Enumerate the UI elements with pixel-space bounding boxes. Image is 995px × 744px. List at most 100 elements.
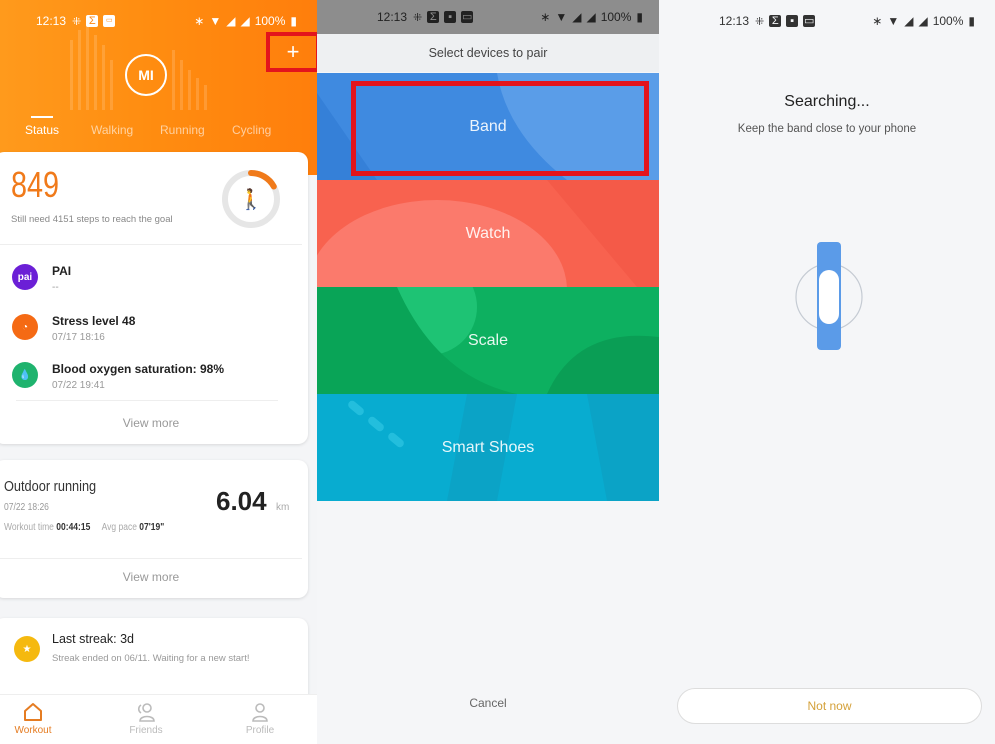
signal-icon: ◢ <box>572 10 582 24</box>
status-bar: 12:13 ⁜ Σ ▪ ▭ ∗ ▼ ◢ ◢ 100% ▮ <box>659 0 995 42</box>
divider <box>0 558 302 559</box>
wifi-icon: ▼ <box>887 14 900 28</box>
device-option-scale[interactable]: Scale <box>317 287 659 394</box>
device-label: Watch <box>465 224 511 242</box>
walking-icon: 🚶 <box>239 187 264 211</box>
home-icon <box>24 703 42 721</box>
tab-cycling[interactable]: Cycling <box>232 123 271 137</box>
steps-progress-ring: 🚶 <box>222 170 280 228</box>
view-more-link[interactable]: View more <box>0 416 308 430</box>
sigma-icon: Σ <box>86 15 99 27</box>
nav-label: Workout <box>14 725 52 736</box>
sigma-icon: Σ <box>427 11 440 23</box>
image-icon: ▪ <box>444 11 457 23</box>
divider <box>0 244 302 245</box>
workout-date: 07/22 18:26 <box>4 502 49 513</box>
wifi-icon: ▼ <box>209 14 222 28</box>
battery-icon: ▮ <box>636 10 643 24</box>
friends-icon <box>137 703 155 722</box>
metric-title: Blood oxygen saturation: 98% <box>52 362 225 376</box>
nav-profile[interactable]: Profile <box>230 701 290 736</box>
bottom-nav: Workout Friends Profile <box>0 694 317 744</box>
signal-icon: ◢ <box>226 14 236 28</box>
metric-pai[interactable]: pai PAI -- <box>12 264 302 304</box>
signal-icon: ◢ <box>904 14 914 28</box>
nav-label: Friends <box>129 725 163 736</box>
streak-subtitle: Streak ended on 06/11. Waiting for a new… <box>52 653 250 664</box>
workout-title: Outdoor running <box>4 478 97 495</box>
page-title: Select devices to pair <box>317 34 659 72</box>
slack-icon: ⁜ <box>72 15 82 28</box>
nav-friends[interactable]: Friends <box>116 701 176 736</box>
view-more-link[interactable]: View more <box>0 570 308 584</box>
image-icon: ▪ <box>786 15 799 27</box>
streak-badge-icon: ★ <box>14 636 40 662</box>
tab-running[interactable]: Running <box>160 123 205 137</box>
metric-sub: 07/17 18:16 <box>52 332 105 343</box>
streak-title: Last streak: 3d <box>52 632 134 646</box>
tab-walking[interactable]: Walking <box>91 123 133 137</box>
tab-bar: Status Walking Running Cycling <box>0 115 317 145</box>
pai-icon: pai <box>12 264 38 290</box>
pair-device-screen: 12:13 ⁜ Σ ▪ ▭ ∗ ▼ ◢ ◢ 100% ▮ Select devi… <box>317 0 659 744</box>
device-option-watch[interactable]: Watch <box>317 180 659 287</box>
workout-time-label: Workout time <box>4 522 54 533</box>
status-card: 849 Still need 4151 steps to reach the g… <box>0 152 308 444</box>
band-icon <box>795 242 863 350</box>
workout-time-value: 00:44:15 <box>56 522 91 533</box>
searching-screen: 12:13 ⁜ Σ ▪ ▭ ∗ ▼ ◢ ◢ 100% ▮ Searching..… <box>659 0 995 744</box>
cc-icon: ▭ <box>103 15 116 27</box>
steps-subtitle: Still need 4151 steps to reach the goal <box>11 214 173 225</box>
tab-status[interactable]: Status <box>25 123 59 137</box>
divider <box>16 400 278 401</box>
cc-icon: ▭ <box>803 15 816 27</box>
workout-screen: 12:13 ⁜ Σ ▭ ∗ ▼ ◢ ◢ 100% ▮ MI + Status W… <box>0 0 317 744</box>
not-now-button[interactable]: Not now <box>677 688 982 724</box>
sigma-icon: Σ <box>769 15 782 27</box>
searching-title: Searching... <box>784 93 870 110</box>
steps-count: 849 <box>11 164 60 205</box>
blood-drop-icon: 💧 <box>12 362 38 388</box>
nav-label: Profile <box>245 725 275 736</box>
wifi-icon: ▼ <box>555 10 568 24</box>
status-time: 12:13 <box>377 10 408 24</box>
device-option-band[interactable]: Band <box>317 73 659 180</box>
avg-pace-label: Avg pace <box>101 522 137 533</box>
battery-text: 100% <box>600 10 632 24</box>
status-time: 12:13 <box>36 14 67 28</box>
highlight-box <box>351 81 649 176</box>
signal2-icon: ◢ <box>240 14 250 28</box>
header: 12:13 ⁜ Σ ▭ ∗ ▼ ◢ ◢ 100% ▮ MI + Status W… <box>0 0 317 175</box>
device-option-smart-shoes[interactable]: Smart Shoes <box>317 394 659 501</box>
avg-pace-value: 07'19" <box>139 522 165 533</box>
workout-card[interactable]: Outdoor running 07/22 18:26 Workout time… <box>0 460 308 598</box>
mi-logo: MI <box>125 54 167 96</box>
searching-subtitle: Keep the band close to your phone <box>737 123 917 135</box>
bluetooth-icon: ∗ <box>540 10 551 24</box>
battery-icon: ▮ <box>290 14 297 28</box>
status-bar: 12:13 ⁜ Σ ▪ ▭ ∗ ▼ ◢ ◢ 100% ▮ <box>317 0 659 34</box>
metric-blood-oxygen[interactable]: 💧 Blood oxygen saturation: 98% 07/22 19:… <box>12 362 302 402</box>
metric-sub: 07/22 19:41 <box>52 380 105 391</box>
device-label: Scale <box>467 331 509 349</box>
cancel-button[interactable]: Cancel <box>317 696 659 710</box>
device-label: Smart Shoes <box>441 438 535 456</box>
battery-text: 100% <box>254 14 286 28</box>
workout-stats: Workout time 00:44:15 Avg pace 07'19" <box>4 522 164 533</box>
signal2-icon: ◢ <box>586 10 596 24</box>
signal2-icon: ◢ <box>918 14 928 28</box>
slack-icon: ⁜ <box>755 15 765 28</box>
nav-workout[interactable]: Workout <box>3 701 63 736</box>
workout-distance: 6.04 <box>216 486 267 516</box>
slack-icon: ⁜ <box>413 11 423 24</box>
stress-gauge-icon: ◔ <box>12 314 38 340</box>
bluetooth-icon: ∗ <box>194 14 205 28</box>
distance-unit: km <box>276 502 290 513</box>
metric-stress[interactable]: ◔ Stress level 48 07/17 18:16 <box>12 314 302 354</box>
metric-title: PAI <box>52 264 72 278</box>
bluetooth-icon: ∗ <box>872 14 883 28</box>
metric-title: Stress level 48 <box>52 314 136 328</box>
profile-icon <box>252 703 268 722</box>
battery-text: 100% <box>932 14 964 28</box>
add-device-button[interactable]: + <box>266 32 317 72</box>
